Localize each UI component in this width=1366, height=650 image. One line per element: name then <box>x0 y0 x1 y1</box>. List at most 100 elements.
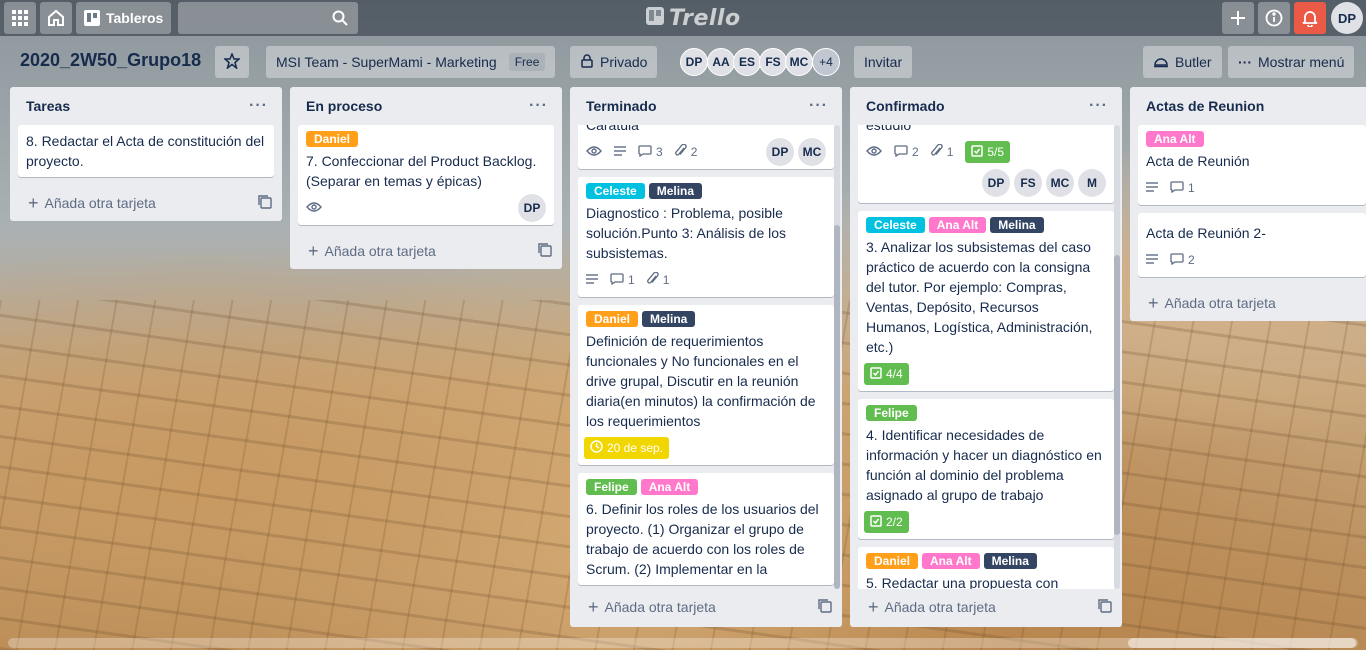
list-confirmado[interactable]: Confirmado ··· estudio 2 1 5/5 DP FS MC … <box>850 87 1122 627</box>
member-avatar[interactable]: ES <box>733 48 761 76</box>
list-menu-icon[interactable]: ··· <box>1089 97 1108 115</box>
description-icon <box>1146 253 1158 267</box>
comments-badge: 1 <box>610 272 635 288</box>
notifications-button[interactable] <box>1294 2 1326 34</box>
show-menu-button[interactable]: ··· Mostrar menú <box>1228 46 1355 78</box>
home-button[interactable] <box>40 2 72 34</box>
list-actas-de-reunion[interactable]: Actas de Reunion Ana Alt Acta de Reunión… <box>1130 87 1366 321</box>
card-title: Carátula <box>586 125 639 133</box>
card[interactable]: Carátula 3 2 DP MC <box>578 125 834 169</box>
card[interactable]: Ana Alt Acta de Reunión 1 <box>1138 125 1366 205</box>
trello-logo[interactable]: Trello <box>646 6 741 31</box>
add-card-label: Añada otra tarjeta <box>604 599 716 615</box>
list-tareas[interactable]: Tareas ··· 8. Redactar el Acta de consti… <box>10 87 282 221</box>
team-button[interactable]: MSI Team - SuperMami - Marketing Free <box>266 46 556 78</box>
member-avatar[interactable]: DP <box>766 138 794 166</box>
card-label-daniel: Daniel <box>866 553 919 569</box>
card-container: 8. Redactar el Acta de constitución del … <box>10 125 282 185</box>
add-card-button[interactable]: + Añada otra tarjeta <box>850 589 1122 625</box>
card-label-ana-alt: Ana Alt <box>922 553 980 569</box>
board-title[interactable]: 2020_2W50_Grupo18 <box>20 50 201 71</box>
member-avatar[interactable]: M <box>1078 169 1106 197</box>
card-template-icon[interactable] <box>258 194 272 212</box>
member-avatar[interactable]: FS <box>1014 169 1042 197</box>
list-menu-icon[interactable]: ··· <box>809 97 828 115</box>
card[interactable]: Daniel 7. Confeccionar del Product Backl… <box>298 125 554 225</box>
member-avatar[interactable]: DP <box>518 194 546 222</box>
trello-logo-icon <box>646 6 664 31</box>
card[interactable]: Acta de Reunión 2- 2 <box>1138 213 1366 277</box>
visibility-button[interactable]: Privado <box>570 46 658 78</box>
boards-button[interactable]: Tableros <box>76 2 172 34</box>
list-title[interactable]: En proceso <box>306 98 382 114</box>
card-title: 4. Identificar necesidades de informació… <box>866 427 1102 503</box>
card[interactable]: Felipe Ana Alt 6. Definir los roles de l… <box>578 473 834 585</box>
add-card-button[interactable]: + Añada otra tarjeta <box>10 185 282 221</box>
card[interactable]: estudio 2 1 5/5 DP FS MC M <box>858 125 1114 203</box>
card[interactable]: Celeste Ana Alt Melina 3. Analizar los s… <box>858 211 1114 391</box>
card-label-ana-alt: Ana Alt <box>640 479 699 495</box>
card-labels: Felipe <box>866 405 1106 421</box>
member-avatar[interactable]: MC <box>1046 169 1074 197</box>
card[interactable]: Felipe 4. Identificar necesidades de inf… <box>858 399 1114 539</box>
card-container: estudio 2 1 5/5 DP FS MC M Celeste Ana A <box>850 125 1122 589</box>
board-scroll-thumb[interactable] <box>1128 638 1356 648</box>
more-members-button[interactable]: +4 <box>812 48 840 76</box>
butler-icon <box>1153 54 1169 71</box>
card[interactable]: Daniel Ana Alt Melina 5. Redactar una pr… <box>858 547 1114 589</box>
list-menu-icon[interactable]: ··· <box>249 97 268 115</box>
list-title[interactable]: Actas de Reunion <box>1146 98 1264 114</box>
comment-count: 1 <box>1188 181 1195 195</box>
card-template-icon[interactable] <box>818 598 832 616</box>
card[interactable]: Daniel Melina Definición de requerimient… <box>578 305 834 465</box>
create-button[interactable] <box>1222 2 1254 34</box>
list-en-proceso[interactable]: En proceso ··· Daniel 7. Confeccionar de… <box>290 87 562 269</box>
card-template-icon[interactable] <box>1098 598 1112 616</box>
apps-button[interactable] <box>4 2 36 34</box>
list-title[interactable]: Tareas <box>26 98 70 114</box>
team-plan-badge: Free <box>508 53 546 71</box>
list-terminado[interactable]: Terminado ··· Carátula 3 2 DP MC Celeste… <box>570 87 842 627</box>
info-button[interactable] <box>1258 2 1290 34</box>
grid-icon <box>12 10 28 26</box>
add-card-button[interactable]: + Añada otra tarjeta <box>290 233 562 269</box>
card[interactable]: Celeste Melina Diagnostico : Problema, p… <box>578 177 834 297</box>
search-input[interactable] <box>178 2 358 34</box>
user-avatar[interactable]: DP <box>1331 2 1363 34</box>
board-horizontal-scrollbar[interactable] <box>8 638 1358 648</box>
board-header: 2020_2W50_Grupo18 MSI Team - SuperMami -… <box>0 44 1366 80</box>
list-header: Tareas ··· <box>10 87 282 125</box>
comments-badge: 1 <box>1170 180 1195 196</box>
member-avatar[interactable]: DP <box>680 48 708 76</box>
member-avatar[interactable]: MC <box>798 138 826 166</box>
comments-badge: 2 <box>1170 252 1195 268</box>
member-avatar[interactable]: AA <box>707 48 735 76</box>
comment-icon <box>610 272 624 288</box>
add-card-label: Añada otra tarjeta <box>1164 295 1276 311</box>
list-scrollbar[interactable] <box>1114 255 1120 535</box>
list-title[interactable]: Terminado <box>586 98 657 114</box>
checklist-count: 2/2 <box>886 515 903 529</box>
list-scrollbar[interactable] <box>834 225 840 589</box>
card-label-ana-alt: Ana Alt <box>928 217 987 233</box>
add-card-button[interactable]: + Añada otra tarjeta <box>1130 285 1366 321</box>
card-badges: 20 de sep. <box>584 437 826 459</box>
member-avatar[interactable]: FS <box>759 48 787 76</box>
card-template-icon[interactable] <box>538 242 552 260</box>
description-icon <box>1146 181 1158 195</box>
member-avatar[interactable]: DP <box>982 169 1010 197</box>
card-label-celeste: Celeste <box>586 183 645 199</box>
butler-button[interactable]: Butler <box>1143 46 1222 78</box>
due-date-badge[interactable]: 20 de sep. <box>584 437 670 459</box>
invite-button[interactable]: Invitar <box>854 46 913 78</box>
list-menu-icon[interactable]: ··· <box>529 97 548 115</box>
card-labels: Ana Alt <box>1146 131 1358 147</box>
star-button[interactable] <box>215 46 249 78</box>
plus-icon <box>1230 10 1246 26</box>
card[interactable]: 8. Redactar el Acta de constitución del … <box>18 125 274 177</box>
comment-count: 2 <box>1188 253 1195 267</box>
comments-badge: 2 <box>894 144 919 160</box>
add-card-button[interactable]: + Añada otra tarjeta <box>570 589 842 625</box>
list-title[interactable]: Confirmado <box>866 98 945 114</box>
member-avatar[interactable]: MC <box>785 48 813 76</box>
